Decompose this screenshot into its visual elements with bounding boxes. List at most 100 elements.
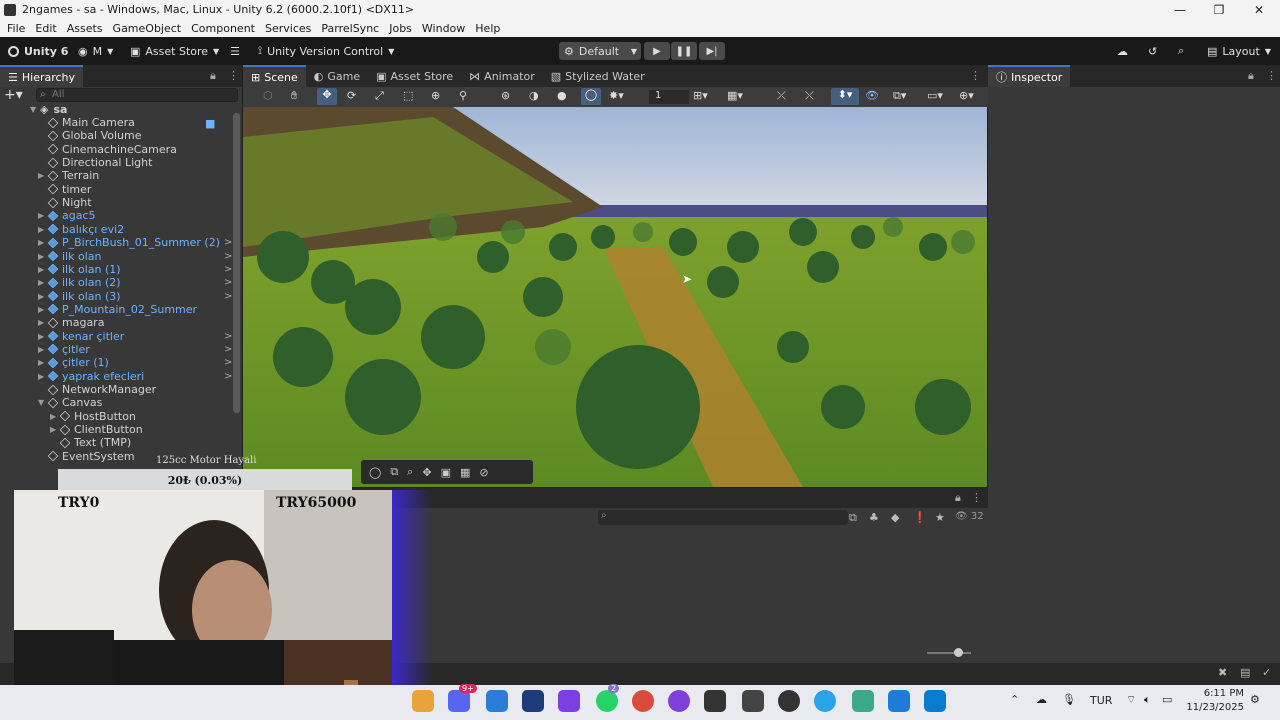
hierarchy-search-input[interactable]: ⌕ All (36, 88, 238, 102)
project-search-input[interactable]: ⌕ (598, 510, 848, 525)
defender-icon[interactable] (888, 690, 910, 712)
effects-icon[interactable]: ✸▾ (609, 89, 624, 102)
hierarchy-item[interactable]: ▶ P_BirchBush_01_Summer (2) > (38, 236, 232, 249)
menu-jobs[interactable]: Jobs (384, 22, 417, 35)
whatsapp-icon[interactable]: 2 (596, 684, 620, 712)
expand-arrow-icon[interactable]: ▼ (30, 105, 40, 114)
layout-preset-dropdown[interactable]: ⚙ Default ▼ (559, 42, 641, 60)
expand-arrow-icon[interactable]: ▼ (38, 398, 48, 407)
hierarchy-item[interactable]: timer (38, 183, 91, 196)
camera-gizmo-icon[interactable]: ■ (205, 117, 215, 130)
vscode-icon[interactable] (924, 690, 946, 712)
debug-icon[interactable]: ✖ (1218, 666, 1227, 679)
menu-assets[interactable]: Assets (62, 22, 108, 35)
account-button[interactable]: ◉ M ▼ (78, 41, 113, 61)
unity-editor-icon[interactable] (742, 690, 764, 712)
hierarchy-item[interactable]: ▶ balıkçı evi2 (38, 223, 124, 236)
pause-button[interactable]: ❚❚ (671, 42, 697, 60)
move-view-icon[interactable]: ✥ (422, 466, 431, 479)
version-control-button[interactable]: ⟟ Unity Version Control ▼ (258, 41, 394, 61)
check-icon[interactable]: ✓ (1262, 666, 1271, 679)
hierarchy-item[interactable]: Directional Light (38, 156, 152, 169)
open-prefab-chevron-icon[interactable]: > (224, 251, 232, 262)
chrome-icon[interactable] (412, 690, 434, 712)
tab-animator[interactable]: ⋈ Animator (461, 65, 543, 87)
clock-date[interactable]: 11/23/2025 (1180, 702, 1244, 713)
console-icon[interactable]: ▤ (1240, 666, 1250, 679)
grid-visibility-icon[interactable]: ▦▾ (727, 89, 743, 102)
hierarchy-item[interactable]: Text (TMP) (50, 436, 131, 449)
expand-arrow-icon[interactable]: ▶ (38, 345, 48, 354)
zoom-slider-thumb[interactable] (954, 648, 963, 657)
cloud-status-icon[interactable]: ☁ (1036, 693, 1047, 706)
kebab-menu-icon[interactable]: ⋮ (1266, 69, 1277, 82)
menu-services[interactable]: Services (260, 22, 316, 35)
tab-scene[interactable]: ⊞ Scene (243, 65, 306, 87)
expand-arrow-icon[interactable]: ▶ (38, 305, 48, 314)
hierarchy-item[interactable]: ▶ ClientButton (50, 423, 143, 436)
microphone-icon[interactable]: 🎙︎ (1062, 693, 1076, 706)
volume-icon[interactable]: 🔈︎ (1144, 693, 1151, 707)
clock-time[interactable]: 6:11 PM (1188, 688, 1244, 699)
search-icon[interactable]: ⌕ (1178, 41, 1184, 61)
maximize-icon[interactable]: ❐ (1200, 0, 1238, 19)
crystal-icon[interactable] (558, 690, 580, 712)
lock-icon[interactable]: 🔒︎ (1248, 69, 1254, 83)
notification-icon[interactable]: ⚙ (1250, 693, 1260, 706)
pivot-icon[interactable]: ⊛ (501, 89, 510, 102)
custom-tool-icon[interactable]: ⚲ (459, 89, 467, 102)
zoom-slider[interactable] (927, 652, 971, 654)
hierarchy-item[interactable]: ▼ Canvas (38, 396, 102, 409)
discord-icon[interactable]: 9+ (448, 684, 477, 712)
edge-icon[interactable] (852, 690, 874, 712)
move-tool-icon[interactable]: ✥ (317, 88, 337, 105)
expand-arrow-icon[interactable]: ▶ (38, 292, 48, 301)
view-tool-icon[interactable]: ⬡ (263, 89, 279, 105)
menu-file[interactable]: File (2, 22, 30, 35)
kebab-menu-icon[interactable]: ⋮ (228, 69, 239, 82)
expand-arrow-icon[interactable]: ▶ (38, 171, 48, 180)
unity-account-button[interactable]: Unity 6 (8, 41, 68, 61)
expand-arrow-icon[interactable]: ▶ (38, 265, 48, 274)
layers-icon[interactable]: ⧉▾ (893, 89, 906, 103)
layout-dropdown[interactable]: ▤ Layout ▼ (1207, 41, 1271, 61)
obs-icon[interactable] (778, 690, 800, 712)
grid-size-field[interactable]: 1 (649, 90, 689, 104)
hierarchy-item[interactable]: ▶ çitler (1) > (38, 356, 232, 369)
hierarchy-item[interactable]: Main Camera (38, 116, 135, 129)
github-icon[interactable] (668, 690, 690, 712)
camera-icon[interactable]: ▭▾ (927, 89, 943, 102)
tab-inspector[interactable]: ⓘ Inspector (988, 65, 1071, 87)
hierarchy-item[interactable]: Night (38, 196, 92, 209)
hierarchy-item[interactable]: NetworkManager (38, 383, 156, 396)
scene-root[interactable]: ▼ ◈ sa (30, 103, 67, 116)
hierarchy-item[interactable]: EventSystem (38, 450, 135, 463)
filter-icon[interactable]: ⧉ (849, 511, 857, 525)
transform-tool-icon[interactable]: ⊕ (431, 89, 440, 102)
hierarchy-item[interactable]: ▶ Terrain (38, 169, 99, 182)
hierarchy-item[interactable]: ▶ ilk olan (1) > (38, 263, 232, 276)
open-prefab-chevron-icon[interactable]: > (224, 331, 232, 342)
global-icon[interactable]: ◑ (529, 89, 539, 102)
zoom-tool-icon[interactable]: ⌕ (407, 465, 413, 479)
open-prefab-chevron-icon[interactable]: > (224, 344, 232, 355)
menu-component[interactable]: Component (186, 22, 260, 35)
render-mode-icon[interactable]: ◯ (581, 88, 601, 105)
lock-icon[interactable]: 🔒︎ (210, 69, 216, 83)
capture-icon[interactable]: ▦ (460, 466, 470, 479)
hand-tool-icon[interactable]: ✋︎ (291, 89, 307, 103)
hierarchy-item[interactable]: ▶ kenar çitler > (38, 330, 232, 343)
menu-edit[interactable]: Edit (30, 22, 61, 35)
hierarchy-item[interactable]: ▶ ilk olan (3) > (38, 290, 232, 303)
battery-icon[interactable]: ▭ (1162, 693, 1172, 706)
hierarchy-item[interactable]: ▶ magara (38, 316, 104, 329)
open-prefab-chevron-icon[interactable]: > (224, 264, 232, 275)
open-prefab-chevron-icon[interactable]: > (224, 291, 232, 302)
hierarchy-item[interactable]: ▶ çitler > (38, 343, 232, 356)
expand-arrow-icon[interactable]: ▶ (38, 332, 48, 341)
hierarchy-item[interactable]: CinemachineCamera (38, 143, 177, 156)
menu-window[interactable]: Window (417, 22, 470, 35)
expand-arrow-icon[interactable]: ▶ (38, 225, 48, 234)
cloud-icon[interactable]: ☁ (1117, 41, 1128, 61)
league-icon[interactable] (522, 690, 544, 712)
